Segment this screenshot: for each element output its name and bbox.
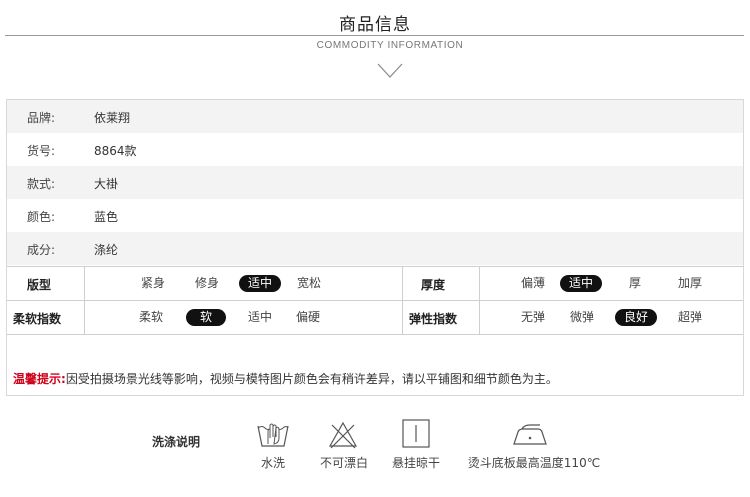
info-row-brand: 品牌: 依莱翔 <box>7 100 743 133</box>
option-thickness: 厚 <box>628 276 641 290</box>
grid-line <box>7 266 743 267</box>
attribute-grid: 版型 紧身 修身 适中 宽松 厚度 偏薄 适中 厚 加厚 柔软指数 柔软 软 适… <box>7 266 743 335</box>
notice-body: 因受拍摄场景光线等影响，视频与模特图片颜色会有稍许差异，请以平铺图和细节颜色为主… <box>65 372 558 386</box>
attribute-label-elasticity: 弹性指数 <box>409 312 458 326</box>
info-value: 涤纶 <box>94 243 119 257</box>
grid-line <box>479 266 480 335</box>
option-shape-selected: 适中 <box>239 275 281 292</box>
header-divider <box>5 35 744 36</box>
info-label: 款式: <box>27 177 56 191</box>
info-value: 依莱翔 <box>94 111 131 125</box>
care-title: 洗涤说明 <box>152 435 201 449</box>
iron-icon <box>510 423 550 447</box>
care-label-iron: 烫斗底板最高温度110℃ <box>467 456 601 470</box>
hang-dry-icon <box>402 419 430 449</box>
option-elasticity: 微弹 <box>569 310 594 324</box>
attribute-label-thickness: 厚度 <box>421 278 446 292</box>
care-label-hang-dry: 悬挂晾干 <box>391 456 440 470</box>
option-thickness: 加厚 <box>677 276 702 290</box>
notice-text: 温馨提示:因受拍摄场景光线等影响，视频与模特图片颜色会有稍许差异，请以平铺图和细… <box>13 370 558 387</box>
info-label: 成分: <box>27 243 56 257</box>
care-label-no-bleach: 不可漂白 <box>319 456 368 470</box>
option-elasticity: 无弹 <box>520 310 545 324</box>
product-info-panel: 品牌: 依莱翔 货号: 8864款 款式: 大褂 颜色: 蓝色 成分: 涤纶 版… <box>6 99 744 396</box>
info-row-sku: 货号: 8864款 <box>7 133 743 166</box>
option-elasticity-selected: 良好 <box>615 309 657 326</box>
info-value: 8864款 <box>94 144 137 158</box>
info-row-color: 颜色: 蓝色 <box>7 199 743 232</box>
option-softness-selected: 软 <box>186 309 226 326</box>
info-value: 大褂 <box>94 177 119 191</box>
chevron-down-icon <box>377 63 403 79</box>
option-shape: 宽松 <box>296 276 321 290</box>
grid-line <box>7 334 743 335</box>
grid-line <box>402 266 403 335</box>
info-label: 颜色: <box>27 210 56 224</box>
grid-line <box>84 266 85 335</box>
info-label: 货号: <box>27 144 56 158</box>
hand-wash-icon <box>256 420 290 450</box>
info-value: 蓝色 <box>94 210 119 224</box>
option-thickness: 偏薄 <box>520 276 545 290</box>
page-subtitle: COMMODITY INFORMATION <box>316 40 464 51</box>
option-softness: 适中 <box>247 310 272 324</box>
option-softness: 柔软 <box>138 310 163 324</box>
info-row-style: 款式: 大褂 <box>7 166 743 199</box>
notice-label: 温馨提示: <box>13 372 66 386</box>
attribute-label-shape: 版型 <box>27 278 52 292</box>
info-label: 品牌: <box>27 111 56 125</box>
info-row-material: 成分: 涤纶 <box>7 232 743 265</box>
attribute-label-softness: 柔软指数 <box>13 312 62 326</box>
option-shape: 紧身 <box>140 276 165 290</box>
option-elasticity: 超弹 <box>677 310 702 324</box>
option-shape: 修身 <box>194 276 219 290</box>
care-label-wash: 水洗 <box>260 456 285 470</box>
page-title: 商品信息 <box>339 15 411 35</box>
option-softness: 偏硬 <box>295 310 320 324</box>
grid-line <box>7 300 743 301</box>
no-bleach-icon <box>328 421 358 449</box>
option-thickness-selected: 适中 <box>560 275 602 292</box>
